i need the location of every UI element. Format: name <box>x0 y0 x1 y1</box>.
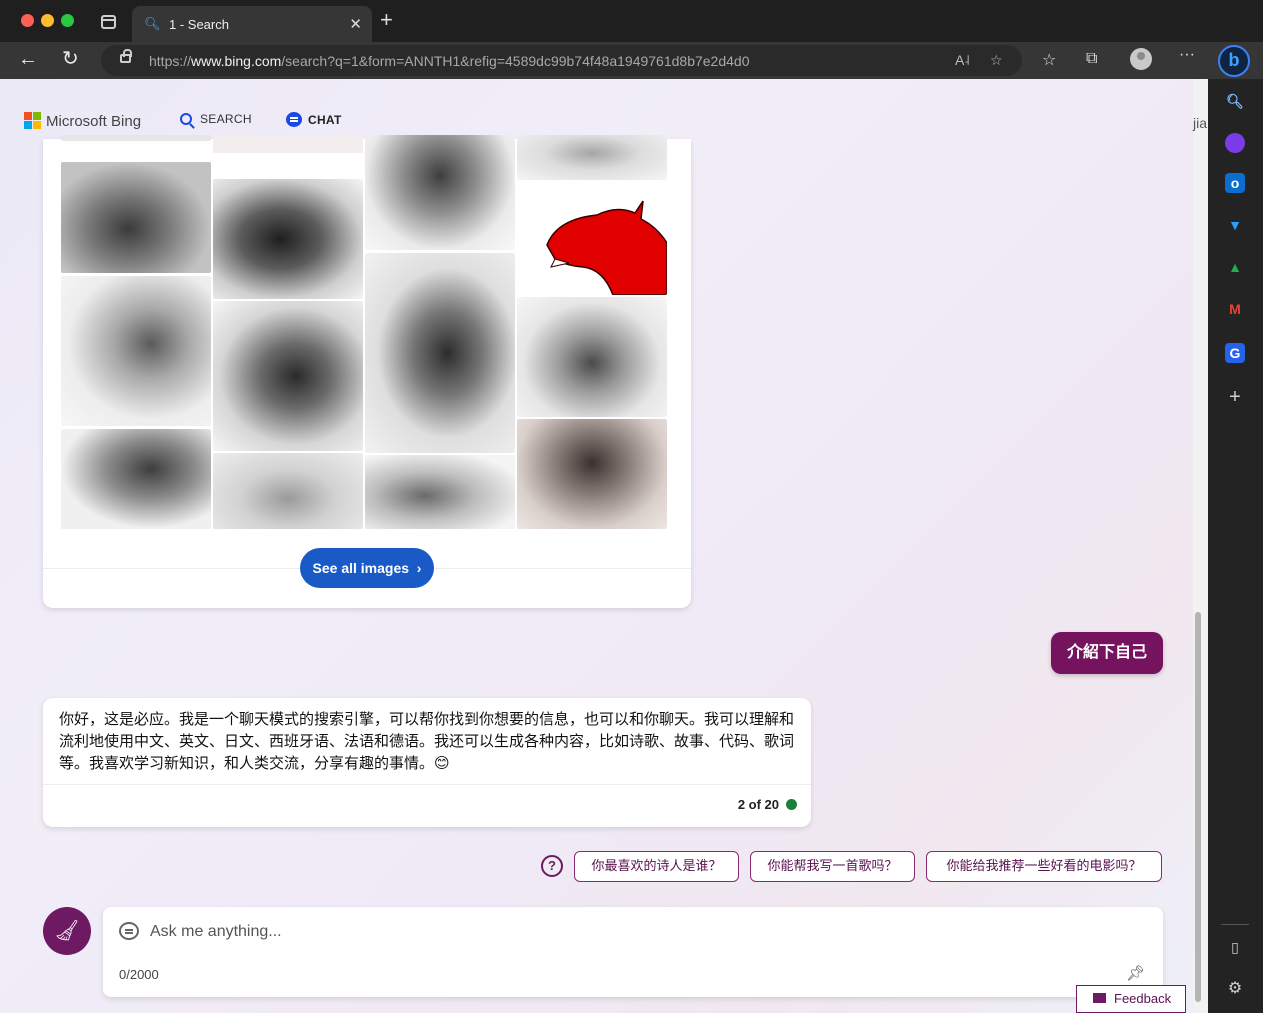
dragon-thumbnail[interactable] <box>213 179 363 299</box>
see-all-images-button[interactable]: See all images › <box>300 548 434 588</box>
refresh-icon[interactable]: ↻ <box>62 48 79 70</box>
profile-avatar-icon[interactable] <box>1130 48 1152 70</box>
dragon-thumbnail[interactable] <box>213 301 363 451</box>
dragon-thumbnail[interactable] <box>213 135 363 153</box>
add-icon[interactable]: + <box>1225 387 1245 407</box>
tree-icon[interactable]: ▲ <box>1225 257 1245 277</box>
chat-icon <box>286 112 302 127</box>
read-aloud-icon[interactable]: A˨ <box>955 52 970 68</box>
chat-input-box[interactable]: 0/2000 📌︎ <box>103 907 1163 997</box>
tab-search[interactable]: 🔍︎ 1 - Search ✕ <box>132 6 372 42</box>
dragon-thumbnail[interactable] <box>61 162 211 273</box>
lock-icon[interactable] <box>120 49 132 63</box>
red-dragon-thumbnail[interactable] <box>517 183 667 295</box>
turn-counter: 2 of 20 <box>737 797 779 812</box>
red-dragon-image <box>546 200 667 295</box>
dragon-thumbnail[interactable] <box>61 276 211 426</box>
minimize-window-button[interactable] <box>41 14 54 27</box>
bing-chat-sidebar-icon[interactable]: b <box>1218 45 1250 77</box>
translate-icon[interactable]: G <box>1225 343 1245 363</box>
dragon-thumbnail[interactable] <box>61 135 211 141</box>
status-dot-icon <box>786 799 797 810</box>
microsoft-logo-icon <box>24 112 42 130</box>
search-favicon-icon: 🔍︎ <box>144 16 161 31</box>
address-bar[interactable]: https://www.bing.com/search?q=1&form=ANN… <box>101 45 1022 76</box>
reply-divider <box>43 784 811 785</box>
user-message-bubble: 介紹下自己 <box>1051 632 1163 674</box>
dragon-thumbnail[interactable] <box>517 297 667 417</box>
new-tab-icon[interactable]: + <box>380 9 393 31</box>
send-icon[interactable]: ▼ <box>1225 215 1245 235</box>
dragon-thumbnail[interactable] <box>213 453 363 529</box>
sidebar-layout-icon[interactable]: ▯ <box>1225 937 1245 957</box>
close-tab-icon[interactable]: ✕ <box>349 15 362 33</box>
url-text[interactable]: https://www.bing.com/search?q=1&form=ANN… <box>149 53 749 69</box>
char-counter: 0/2000 <box>119 967 159 982</box>
sidebar-separator <box>1221 924 1249 925</box>
tab-actions-icon[interactable] <box>101 15 116 29</box>
edge-sidebar: 🔍︎ o ▼ ▲ M G + ▯ ⚙ <box>1208 79 1263 1013</box>
dragon-thumbnail[interactable] <box>365 135 515 250</box>
bot-reply-card: 你好，这是必应。我是一个聊天模式的搜索引擎，可以帮你找到你想要的信息，也可以和你… <box>43 698 811 827</box>
outlook-icon[interactable]: o <box>1225 173 1245 193</box>
address-bar-row: ← ↻ https://www.bing.com/search?q=1&form… <box>0 42 1263 79</box>
dragon-thumbnail[interactable] <box>365 253 515 453</box>
dragon-thumbnail[interactable] <box>365 455 515 529</box>
new-topic-broom-button[interactable]: 🧹︎ <box>43 907 91 955</box>
page-scrollbar[interactable] <box>1195 612 1201 1002</box>
brand-label: Microsoft Bing <box>46 113 142 130</box>
search-icon <box>180 113 192 125</box>
bing-chat-page: Microsoft Bing SEARCH CHAT See all image… <box>0 79 1193 1013</box>
suggestion-chip[interactable]: 你能帮我写一首歌吗？ <box>750 851 915 882</box>
search-icon[interactable]: 🔍︎ <box>1225 91 1245 111</box>
feedback-button[interactable]: Feedback <box>1076 985 1186 1013</box>
clipped-side-text: jia <box>1193 115 1208 131</box>
question-mark-icon[interactable]: ? <box>541 855 563 877</box>
chat-nav-label: CHAT <box>308 113 342 127</box>
back-arrow-icon[interactable]: ← <box>18 48 38 70</box>
dragon-thumbnail[interactable] <box>517 135 667 180</box>
dragon-thumbnail[interactable] <box>517 419 667 529</box>
favorites-icon[interactable]: ☆ <box>1042 50 1056 70</box>
tab-title: 1 - Search <box>169 17 229 32</box>
search-nav-label: SEARCH <box>200 112 252 126</box>
collections-icon[interactable]: ⧉ <box>1086 50 1097 68</box>
tab-search-nav[interactable]: SEARCH <box>180 112 252 126</box>
chat-input-field[interactable] <box>150 920 1050 944</box>
pin-icon[interactable]: 📌︎ <box>1126 964 1145 982</box>
suggestion-chip[interactable]: 你能给我推荐一些好看的电影吗？ <box>926 851 1162 882</box>
settings-gear-icon[interactable]: ⚙ <box>1225 979 1245 999</box>
bot-reply-text: 你好，这是必应。我是一个聊天模式的搜索引擎，可以帮你找到你想要的信息，也可以和你… <box>59 710 795 772</box>
suggestion-chip[interactable]: 你最喜欢的诗人是谁？ <box>574 851 739 882</box>
add-favorite-icon[interactable]: ☆ <box>990 52 1003 69</box>
gmail-icon[interactable]: M <box>1225 299 1245 319</box>
maximize-window-button[interactable] <box>61 14 74 27</box>
image-results-card: See all images › <box>43 135 691 608</box>
copilot-icon[interactable] <box>1225 133 1245 153</box>
browser-titlebar: 🔍︎ 1 - Search ✕ + <box>0 0 1263 42</box>
more-options-icon[interactable]: ··· <box>1179 46 1195 64</box>
dragon-thumbnail[interactable] <box>61 429 211 529</box>
close-window-button[interactable] <box>21 14 34 27</box>
tab-chat-nav[interactable]: CHAT <box>286 112 342 127</box>
chat-bubble-icon <box>119 922 139 940</box>
